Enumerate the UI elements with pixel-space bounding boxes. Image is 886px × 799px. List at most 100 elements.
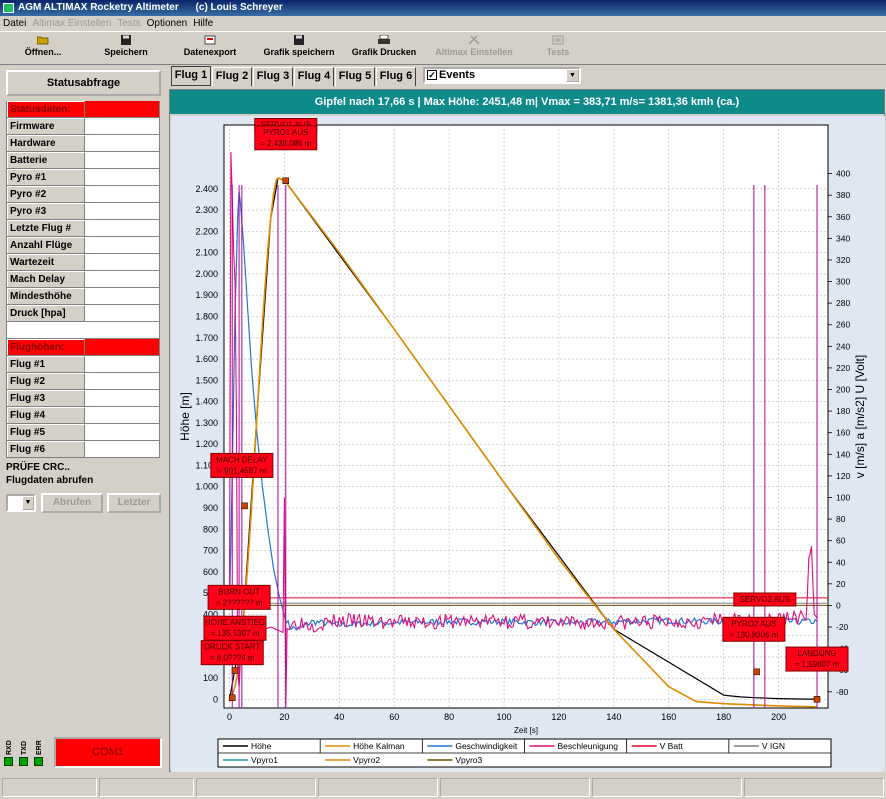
status-header-label: Statusdaten: — [7, 101, 85, 117]
y-left-tick-label: 1.800 — [195, 311, 218, 321]
status-header: Statusdaten: — [7, 101, 160, 118]
y-left-tick-label: 2.100 — [195, 248, 218, 258]
event-annotation-value: = 135,5397 m — [210, 629, 259, 638]
flight-select[interactable]: ▼ — [6, 494, 36, 512]
status-panel-3 — [196, 778, 316, 797]
window-title: AGM ALTIMAX Rocketry Altimeter — [18, 2, 179, 13]
y-left-tick-label: 0 — [213, 694, 218, 704]
flight-row: Flug #1 — [7, 356, 160, 373]
status-row: Pyro #1 — [7, 169, 160, 186]
print-graph-button[interactable]: Grafik Drucken — [346, 34, 422, 64]
save-graph-button[interactable]: Grafik speichern — [258, 34, 340, 64]
y-right-tick-label: 60 — [836, 536, 846, 546]
y-left-tick-label: 2.000 — [195, 269, 218, 279]
altimax-settings-button[interactable]: Altimax Einstellen — [432, 34, 516, 64]
save-label: Speichern — [104, 47, 148, 57]
export-button[interactable]: Datenexport — [176, 34, 244, 64]
event-annotation-title: DRUCK START — [204, 643, 260, 652]
fetch-button[interactable]: Abrufen — [41, 493, 103, 513]
flight-row-value — [85, 407, 160, 423]
status-panel-1 — [2, 778, 97, 797]
status-row: Batterie — [7, 152, 160, 169]
status-row-value — [85, 254, 160, 270]
y-left-tick-label: 2.400 — [195, 184, 218, 194]
flights-header-value — [85, 339, 160, 355]
menu-3[interactable]: Optionen — [144, 16, 191, 31]
y-right-tick-label: 160 — [836, 428, 850, 438]
status-row-label: Batterie — [7, 152, 85, 168]
status-row-value — [85, 220, 160, 236]
event-annotation: PYRO1 AUS = 2.438,086 m — [254, 125, 318, 151]
last-button[interactable]: Letzter — [107, 493, 161, 513]
event-annotation: LANDUNG = 1,59807 m — [785, 646, 849, 672]
tools-icon — [468, 35, 480, 45]
save-button[interactable]: Speichern — [96, 34, 156, 64]
y-right-tick-label: 220 — [836, 363, 850, 373]
led-rxd — [4, 757, 13, 766]
tab-flug-5[interactable]: Flug 5 — [335, 67, 375, 86]
fetch-label: Flugdaten abrufen — [6, 475, 94, 486]
menu-1[interactable]: Altimax Einstellen — [29, 16, 114, 31]
flights-header: Flughöhen: — [7, 339, 160, 356]
flight-chart[interactable]: 0204060801001201401601802000100200300400… — [171, 116, 885, 772]
crc-text: PRÜFE CRC.. — [6, 462, 70, 473]
led-err-label: ERR — [36, 740, 43, 755]
status-row-label: Pyro #3 — [7, 203, 85, 219]
led-rxd-label: RXD — [6, 740, 13, 755]
y-right-tick-label: 400 — [836, 169, 850, 179]
y-right-tick-label: 20 — [836, 579, 846, 589]
y-right-tick-label: 360 — [836, 212, 850, 222]
events-checkbox[interactable]: ✓ — [427, 70, 437, 80]
chevron-down-icon[interactable]: ▼ — [566, 69, 579, 82]
y-left-tick-label: 1.900 — [195, 290, 218, 300]
led-txd — [19, 757, 28, 766]
status-row-value — [85, 288, 160, 304]
flight-row-label: Flug #2 — [7, 373, 85, 389]
menu-4[interactable]: Hilfe — [190, 16, 216, 31]
x-tick-label: 120 — [551, 712, 566, 722]
save-graph-label: Grafik speichern — [263, 47, 335, 57]
tab-flug-3[interactable]: Flug 3 — [253, 67, 293, 86]
event-annotation: MACH DELAY = 901,4587 m — [210, 452, 274, 478]
status-row: Mindesthöhe — [7, 288, 160, 305]
tests-button[interactable]: Tests — [532, 34, 584, 64]
event-annotation-title: PYRO1 AUS — [263, 128, 308, 137]
y-right-tick-label: 120 — [836, 471, 850, 481]
legend-label: V IGN — [762, 741, 785, 751]
y-left-tick-label: 1.500 — [195, 375, 218, 385]
left-panel: Statusabfrage Statusdaten: Firmware Hardwa… — [0, 66, 168, 772]
tab-flug-4[interactable]: Flug 4 — [294, 67, 334, 86]
status-panel-7 — [744, 778, 884, 797]
flight-row-value — [85, 424, 160, 440]
x-axis-label: Zeit [s] — [514, 726, 538, 735]
event-annotation: HÖHE ANSTIEG = 135,5397 m — [203, 615, 267, 641]
menu-2[interactable]: Tests — [114, 16, 143, 31]
event-annotation-title: MACH DELAY — [216, 455, 268, 464]
events-combo[interactable]: ✓ Events ▼ — [423, 67, 581, 84]
events-label: Events — [439, 69, 476, 81]
flight-row-value — [85, 373, 160, 389]
y-left-tick-label: 900 — [203, 503, 218, 513]
tab-flug-2[interactable]: Flug 2 — [212, 67, 252, 86]
chevron-down-icon[interactable]: ▼ — [22, 496, 34, 510]
x-tick-label: 40 — [334, 712, 344, 722]
x-tick-label: 0 — [227, 712, 232, 722]
y-right-tick-label: 240 — [836, 341, 850, 351]
status-query-button[interactable]: Statusabfrage — [6, 70, 161, 96]
event-annotation-title: HÖHE ANSTIEG — [205, 618, 265, 627]
y-left-tick-label: 2.200 — [195, 226, 218, 236]
open-button[interactable]: Öffnen... — [12, 34, 74, 64]
tab-flug-6[interactable]: Flug 6 — [376, 67, 416, 86]
menu-0[interactable]: Datei — [0, 16, 29, 31]
event-annotation-value: = 1,59807 m — [795, 660, 840, 669]
event-annotation-title: LANDUNG — [797, 649, 836, 658]
title-bar: AGM ALTIMAX Rocketry Altimeter (c) Louis… — [0, 0, 886, 16]
y-left-tick-label: 1.600 — [195, 354, 218, 364]
flight-row-label: Flug #6 — [7, 441, 85, 457]
status-panel-4 — [318, 778, 438, 797]
legend-label: Vpyro2 — [353, 755, 380, 765]
y-left-tick-label: 800 — [203, 524, 218, 534]
tab-flug-1[interactable]: Flug 1 — [171, 66, 211, 86]
com-port-indicator[interactable]: COM1 — [54, 737, 162, 768]
flight-row-label: Flug #3 — [7, 390, 85, 406]
